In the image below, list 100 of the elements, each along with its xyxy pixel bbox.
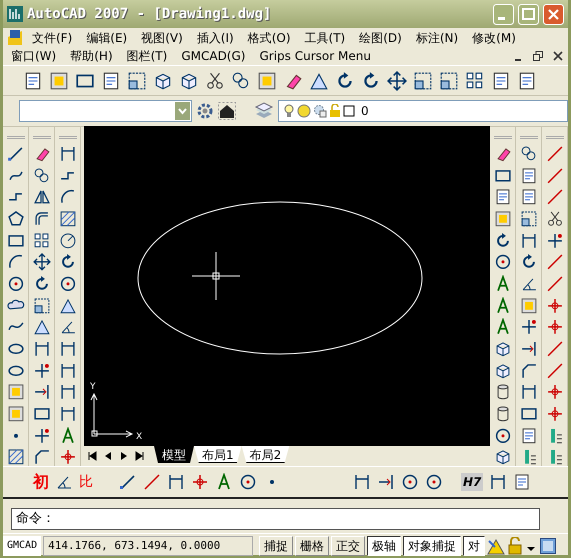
menu-item[interactable]: 文件(F) <box>32 28 72 46</box>
layer-dropdown[interactable]: 0 <box>278 100 568 122</box>
move-icon[interactable] <box>387 70 407 90</box>
copy-icon[interactable] <box>520 144 538 163</box>
toolbar-glyph[interactable]: H7 <box>461 473 484 491</box>
layers-icon[interactable] <box>254 102 274 120</box>
menu-item[interactable]: GMCAD(G) <box>181 47 246 65</box>
hatch-tool-icon[interactable] <box>6 448 24 466</box>
close-icon[interactable] <box>552 50 564 62</box>
diagonal-line-icon[interactable] <box>546 340 564 358</box>
gear-icon[interactable] <box>196 102 214 120</box>
layout-tab[interactable]: 模型 <box>154 446 194 463</box>
grid-icon[interactable] <box>465 70 485 90</box>
sheet-icon[interactable] <box>513 473 532 491</box>
block-tool-icon[interactable] <box>6 383 24 402</box>
menu-item[interactable]: 修改(M) <box>472 28 516 46</box>
menu-item[interactable]: Grips Cursor Menu <box>259 47 371 65</box>
diagonal-line-icon[interactable] <box>546 188 564 206</box>
menu-item[interactable]: 插入(I) <box>196 28 234 46</box>
scissors-icon[interactable] <box>546 210 564 228</box>
chamfer-icon[interactable] <box>32 448 50 466</box>
menu-item[interactable]: 视图(V) <box>141 28 183 46</box>
grid-icon[interactable] <box>32 232 50 250</box>
linear-dimension-icon[interactable] <box>58 144 76 163</box>
linear-dimension-icon[interactable] <box>32 340 50 358</box>
sheet-icon[interactable] <box>491 70 511 90</box>
circle-tool-icon[interactable] <box>425 473 443 491</box>
diagonal-line-icon[interactable] <box>546 275 564 293</box>
diagonal-line-icon[interactable] <box>546 166 564 184</box>
window-icon[interactable] <box>539 536 558 554</box>
menu-item[interactable]: 编辑(E) <box>86 28 128 46</box>
sheet-icon[interactable] <box>494 188 512 206</box>
linear-dimension-icon[interactable] <box>58 405 76 423</box>
linear-dimension-icon[interactable] <box>58 340 76 358</box>
menu-item[interactable]: 图栏(T) <box>126 47 168 65</box>
diagonal-line-icon[interactable] <box>546 253 564 272</box>
warning-icon[interactable] <box>487 536 506 554</box>
sheet-icon[interactable] <box>520 166 538 184</box>
layout-tab[interactable]: 布局1 <box>194 446 242 463</box>
dropdown-field[interactable] <box>19 100 192 122</box>
linear-dimension-icon[interactable] <box>58 362 76 380</box>
linear-dimension-icon[interactable] <box>489 473 508 491</box>
circle-tool-icon[interactable] <box>58 275 76 293</box>
extend-icon[interactable] <box>520 340 538 358</box>
status-toggle[interactable]: 对象捕捉 <box>403 536 462 556</box>
line-tool-icon[interactable] <box>119 473 137 491</box>
extend-icon[interactable] <box>32 383 50 402</box>
diagonal-line-icon[interactable] <box>143 473 161 491</box>
circle-tool-icon[interactable] <box>494 426 512 444</box>
arc-tool-icon[interactable] <box>58 188 76 206</box>
cross-marker-icon[interactable] <box>58 448 76 466</box>
circle-tool-icon[interactable] <box>6 275 24 293</box>
padlock-icon[interactable] <box>507 536 524 554</box>
diagonal-line-icon[interactable] <box>546 144 564 163</box>
sheet-icon[interactable] <box>101 70 121 90</box>
block-tool-icon[interactable] <box>257 70 277 90</box>
radius-dimension-icon[interactable] <box>58 232 76 250</box>
command-input-field[interactable]: 命令： <box>11 508 540 530</box>
mirror-icon[interactable] <box>32 188 50 206</box>
cross-marker-icon[interactable] <box>546 383 564 402</box>
cube-icon[interactable] <box>494 362 512 380</box>
extend-icon[interactable] <box>377 473 395 491</box>
circle-tool-icon[interactable] <box>494 253 512 272</box>
cross-marker-icon[interactable] <box>546 405 564 423</box>
linear-dimension-icon[interactable] <box>353 473 371 491</box>
block-tool-icon[interactable] <box>520 296 538 314</box>
status-toggle[interactable]: 极轴 <box>367 536 402 556</box>
linear-dimension-icon[interactable] <box>520 232 538 250</box>
menu-item[interactable]: 绘图(D) <box>359 28 402 46</box>
hatch-tool-icon[interactable] <box>58 210 76 228</box>
status-toggle[interactable]: 正交 <box>331 536 366 556</box>
house-icon[interactable] <box>218 102 236 120</box>
move-icon[interactable] <box>32 253 50 272</box>
layout-tab[interactable]: 布局2 <box>242 446 290 463</box>
scissors-icon[interactable] <box>205 70 225 90</box>
block-tool-icon[interactable] <box>6 405 24 423</box>
cross-marker-icon[interactable] <box>191 473 209 491</box>
linear-dimension-icon[interactable] <box>167 473 185 491</box>
sheet-icon[interactable] <box>520 426 538 444</box>
sheet-icon[interactable] <box>520 188 538 206</box>
sheet-icon[interactable] <box>517 70 537 90</box>
cross-marker-icon[interactable] <box>546 296 564 314</box>
sheet-icon[interactable] <box>23 70 43 90</box>
diagonal-line-icon[interactable] <box>546 362 564 380</box>
menu-item[interactable]: 帮助(H) <box>70 47 113 65</box>
line-tool-icon[interactable] <box>6 144 24 163</box>
menu-item[interactable]: 工具(T) <box>304 28 346 46</box>
restore-icon[interactable] <box>532 50 544 62</box>
pentagon-tool-icon[interactable] <box>6 210 24 228</box>
block-tool-icon[interactable] <box>494 210 512 228</box>
toolbar-glyph[interactable]: 比 <box>79 472 93 492</box>
copy-icon[interactable] <box>231 70 251 90</box>
cube-icon[interactable] <box>494 448 512 466</box>
linear-dimension-icon[interactable] <box>520 383 538 402</box>
circle-tool-icon[interactable] <box>239 473 257 491</box>
cross-marker-icon[interactable] <box>546 318 564 336</box>
toolbar-glyph[interactable]: 初 <box>33 470 49 494</box>
status-toggle[interactable]: 栅格 <box>295 536 330 556</box>
block-tool-icon[interactable] <box>49 70 69 90</box>
menu-item[interactable]: 标注(N) <box>416 28 458 46</box>
